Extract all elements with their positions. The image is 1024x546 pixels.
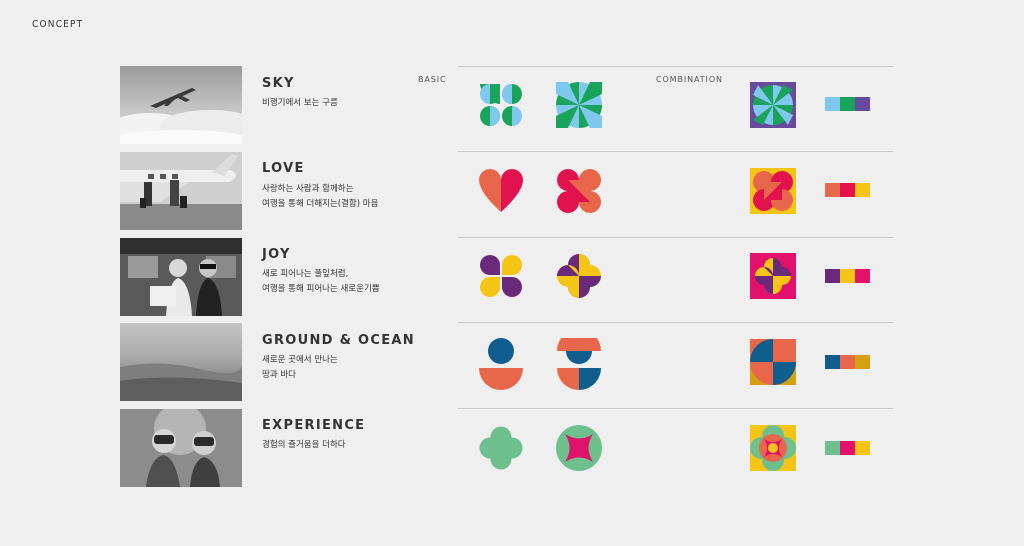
ground-ocean-basic-symbol	[478, 338, 524, 392]
joy-clover-symbol	[478, 253, 524, 299]
color-swatch	[825, 441, 840, 455]
color-swatch	[855, 441, 870, 455]
basic-column-label: BASIC	[418, 75, 447, 84]
color-swatch	[855, 183, 870, 197]
row-title: SKY	[262, 76, 295, 91]
sky-photo	[120, 66, 242, 144]
color-swatch	[855, 269, 870, 283]
joy-photo	[120, 238, 242, 316]
row-title: LOVE	[262, 161, 305, 176]
color-swatch	[840, 97, 855, 111]
row-title: JOY	[262, 247, 291, 262]
page-label: CONCEPT	[32, 19, 84, 30]
love-photo	[120, 152, 242, 230]
divider	[458, 237, 893, 238]
row-title: GROUND & OCEAN	[262, 333, 415, 348]
sky-pinwheel-symbol	[556, 82, 602, 128]
ground-ocean-split-symbol	[556, 338, 602, 392]
love-combination-symbol	[750, 168, 796, 214]
color-swatch	[840, 269, 855, 283]
experience-star-symbol	[556, 425, 602, 471]
color-swatch	[840, 183, 855, 197]
experience-clover-symbol	[478, 425, 524, 471]
color-swatch	[825, 183, 840, 197]
row-description: 사랑하는 사람과 함께하는 여행을 통해 더해지는(결합) 마음	[262, 184, 379, 209]
row-description: 경험의 즐거움을 더하다	[262, 440, 346, 450]
row-description: 새로운 곳에서 만나는 땅과 바다	[262, 355, 338, 380]
color-swatch	[825, 97, 840, 111]
sky-basic-symbol	[478, 82, 524, 128]
divider	[458, 66, 893, 67]
color-swatch	[855, 97, 870, 111]
divider	[458, 151, 893, 152]
combination-column-label: COMBINATION	[656, 75, 723, 84]
experience-combination-symbol	[750, 425, 796, 471]
love-combined-symbol	[556, 168, 602, 214]
joy-combination-symbol	[750, 253, 796, 299]
ground-ocean-photo	[120, 323, 242, 401]
ground-ocean-combination-symbol	[750, 339, 796, 385]
experience-photo	[120, 409, 242, 487]
color-swatch	[825, 355, 840, 369]
color-swatch	[840, 441, 855, 455]
divider	[458, 322, 893, 323]
divider	[458, 408, 893, 409]
sky-combination-symbol	[750, 82, 796, 128]
row-description: 비행기에서 보는 구름	[262, 98, 338, 108]
color-swatch	[840, 355, 855, 369]
color-swatch	[825, 269, 840, 283]
row-title: EXPERIENCE	[262, 418, 366, 433]
row-description: 새로 피어나는 풀잎처럼, 여행을 통해 피어나는 새로운기쁨	[262, 269, 380, 294]
color-swatch	[855, 355, 870, 369]
love-heart-symbol	[478, 168, 524, 214]
joy-flower-symbol	[556, 253, 602, 299]
